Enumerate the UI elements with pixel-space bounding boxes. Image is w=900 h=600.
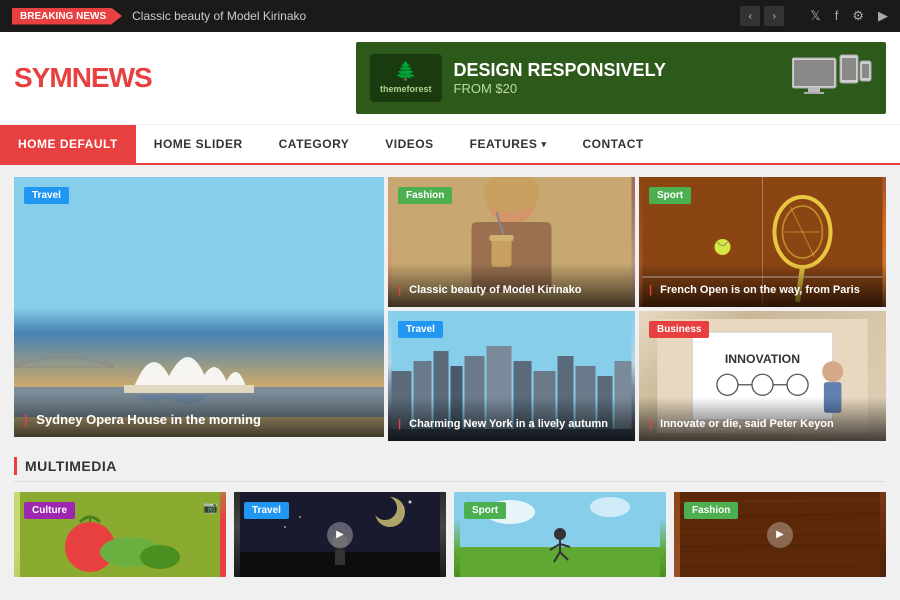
social-icons: 𝕏 f ⚙ ▶: [810, 8, 888, 24]
ad-text: DESIGN RESPONSIVELY FROM $20: [454, 60, 666, 97]
multimedia-section-header: MULTIMEDIA: [14, 457, 886, 482]
nav-item-category[interactable]: CATEGORY: [261, 125, 368, 163]
facebook-icon[interactable]: f: [835, 8, 839, 24]
breaking-news-text: Classic beauty of Model Kirinako: [132, 9, 730, 23]
youtube-icon[interactable]: ▶: [878, 8, 888, 24]
sub-fashion-badge: Fashion: [398, 187, 452, 204]
multimedia-item-fashion2[interactable]: Fashion ▶: [674, 492, 886, 577]
sub-business-caption: Innovate or die, said Peter Keyon: [639, 397, 886, 441]
ad-logo-name: themeforest: [380, 84, 432, 96]
nav-item-contact[interactable]: CONTACT: [564, 125, 661, 163]
fashion2-badge: Fashion: [684, 502, 738, 519]
fashion2-play-btn[interactable]: ▶: [767, 522, 793, 548]
twitter-icon[interactable]: 𝕏: [810, 8, 820, 24]
multimedia-item-sport2[interactable]: Sport: [454, 492, 666, 577]
sub-fashion-caption: Classic beauty of Model Kirinako: [388, 263, 635, 307]
featured-main-category-badge: Travel: [24, 187, 69, 204]
sub-sport-badge: Sport: [649, 187, 691, 204]
tf-icon: 🌲: [380, 60, 432, 83]
ad-logo: 🌲 themeforest: [370, 54, 442, 101]
sub-sport-caption: French Open is on the way, from Paris: [639, 263, 886, 307]
breaking-next-button[interactable]: ›: [764, 6, 784, 26]
logo-part2: NEWS: [72, 62, 152, 93]
main-content: Travel Sydney Opera House in the morning: [0, 165, 900, 589]
nav-item-videos[interactable]: VIDEOS: [367, 125, 451, 163]
nav-item-features[interactable]: FEATURES ▾: [452, 125, 565, 163]
nav-item-home-slider[interactable]: HOME SLIDER: [136, 125, 261, 163]
header: SYMNEWS 🌲 themeforest DESIGN RESPONSIVEL…: [0, 32, 900, 125]
featured-main-article[interactable]: Travel Sydney Opera House in the morning: [14, 177, 384, 437]
breaking-nav: ‹ ›: [740, 6, 784, 26]
multimedia-grid: Culture 📷: [14, 492, 886, 577]
sub-travel-badge: Travel: [398, 321, 443, 338]
features-dropdown-arrow: ▾: [541, 139, 546, 150]
section-bar: [14, 457, 17, 475]
site-logo[interactable]: SYMNEWS: [14, 62, 152, 94]
featured-right-grid: Fashion Classic beauty of Model Kirinako: [388, 177, 886, 441]
multimedia-item-culture[interactable]: Culture 📷: [14, 492, 226, 577]
sub-travel-caption: Charming New York in a lively autumn: [388, 397, 635, 441]
featured-main-caption: Sydney Opera House in the morning: [14, 392, 384, 437]
devices-svg: [792, 53, 872, 103]
sport2-badge: Sport: [464, 502, 506, 519]
travel2-play-btn[interactable]: ▶: [327, 522, 353, 548]
nav-item-home-default[interactable]: HOME DEFAULT: [0, 125, 136, 163]
ad-devices: [792, 53, 872, 103]
sub-business-badge: Business: [649, 321, 709, 338]
main-nav: HOME DEFAULT HOME SLIDER CATEGORY VIDEOS…: [0, 125, 900, 165]
featured-sub-business[interactable]: INNOVATION Business Innovate or die,: [639, 311, 886, 441]
ad-banner[interactable]: 🌲 themeforest DESIGN RESPONSIVELY FROM $…: [356, 42, 886, 114]
multimedia-title: MULTIMEDIA: [25, 458, 117, 474]
featured-sub-travel[interactable]: Travel Charming New York in a lively aut…: [388, 311, 635, 441]
multimedia-item-travel[interactable]: Travel ▶: [234, 492, 446, 577]
breaking-news-bar: BREAKING NEWS Classic beauty of Model Ki…: [0, 0, 900, 32]
svg-text:INNOVATION: INNOVATION: [725, 352, 800, 366]
ad-subtitle: FROM $20: [454, 81, 666, 96]
culture-badge: Culture: [24, 502, 75, 519]
logo-part1: SYM: [14, 62, 72, 93]
camera-icon: 📷: [203, 500, 218, 514]
featured-sub-fashion[interactable]: Fashion Classic beauty of Model Kirinako: [388, 177, 635, 307]
ad-title: DESIGN RESPONSIVELY: [454, 60, 666, 82]
settings-icon[interactable]: ⚙: [852, 8, 864, 24]
breaking-prev-button[interactable]: ‹: [740, 6, 760, 26]
breaking-news-label: BREAKING NEWS: [12, 8, 122, 25]
travel2-badge: Travel: [244, 502, 289, 519]
featured-grid: Travel Sydney Opera House in the morning: [14, 177, 886, 441]
featured-sub-sport[interactable]: Sport French Open is on the way, from Pa…: [639, 177, 886, 307]
